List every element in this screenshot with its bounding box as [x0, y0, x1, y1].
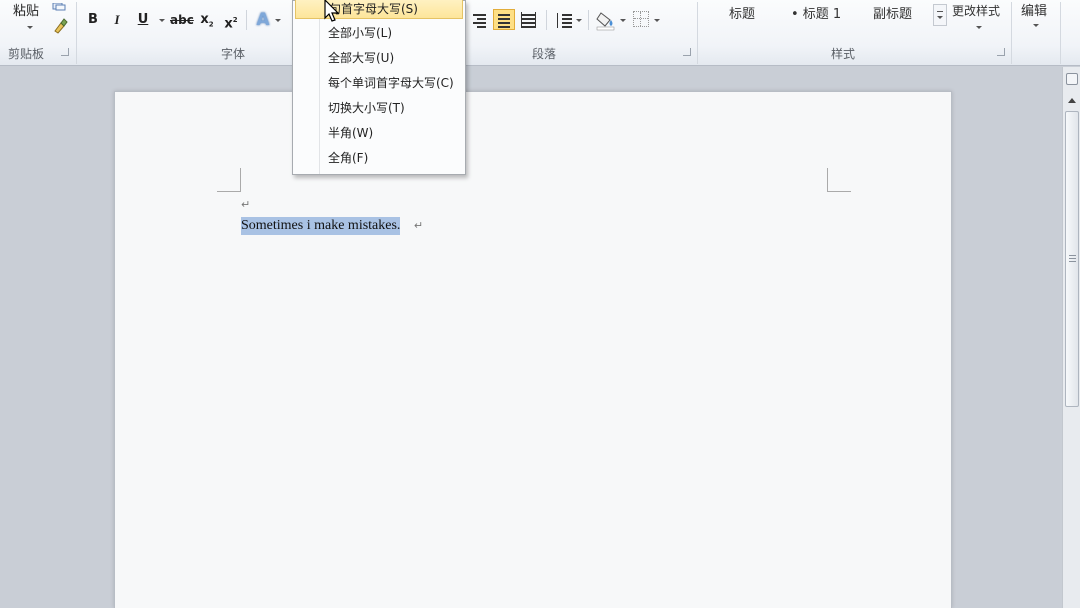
menu-item-uppercase[interactable]: 全部大写(U) — [295, 47, 463, 69]
paragraph-group-label: 段落 — [532, 47, 557, 61]
menu-item-label: 全部小写(L) — [328, 26, 393, 40]
menu-item-capitalize-each-word[interactable]: 每个单词首字母大写(C) — [295, 72, 463, 94]
group-divider — [76, 2, 77, 64]
document-page[interactable]: ↵ Sometimes i make mistakes. ↵ — [114, 91, 952, 608]
style-heading-1[interactable]: • 标题 1 — [791, 3, 841, 22]
chevron-down-icon — [1033, 24, 1039, 27]
editing-label: 编辑 — [1021, 4, 1048, 19]
line-spacing-dropdown-icon[interactable] — [576, 19, 582, 22]
group-divider — [1011, 2, 1012, 64]
font-group-label: 字体 — [221, 47, 246, 61]
line-spacing-icon[interactable] — [553, 9, 575, 30]
superscript-button[interactable]: x2 — [222, 10, 240, 32]
chevron-down-icon — [976, 26, 982, 29]
shading-icon[interactable] — [596, 9, 616, 31]
clipboard-group-label: 剪贴板 — [8, 47, 45, 61]
borders-icon[interactable] — [633, 11, 649, 27]
paste-label: 粘贴 — [12, 4, 39, 19]
ribbon: 粘贴 剪贴板 B I U abc x2 x2 A 字体 段落 标题 • 标题 1… — [0, 0, 1080, 66]
editing-button[interactable]: 编辑 — [1016, 0, 1056, 34]
group-divider — [1060, 2, 1061, 64]
change-styles-button[interactable]: 更改样式 — [952, 0, 1008, 34]
underline-button[interactable]: U — [135, 10, 151, 30]
text-effects-dropdown-icon[interactable] — [275, 19, 281, 22]
menu-item-half-width[interactable]: 半角(W) — [295, 122, 463, 144]
strikethrough-button[interactable]: abc — [170, 10, 194, 30]
underline-dropdown-icon[interactable] — [159, 19, 165, 22]
vertical-divider — [546, 10, 547, 30]
borders-dropdown-icon[interactable] — [654, 19, 660, 22]
superscript-label: x — [224, 16, 233, 32]
ruler-toggle-icon[interactable] — [1066, 73, 1078, 85]
margin-corner-top-right — [827, 168, 851, 192]
change-styles-label: 更改样式 — [952, 4, 1001, 18]
subscript-button[interactable]: x2 — [198, 10, 216, 30]
menu-item-label: 切换大小写(T) — [328, 101, 405, 115]
scroll-up-arrow[interactable] — [1068, 98, 1076, 103]
menu-item-sentence-case[interactable]: 句首字母大写(S) — [295, 0, 463, 19]
vertical-scrollbar[interactable] — [1062, 67, 1080, 608]
menu-item-label: 每个单词首字母大写(C) — [328, 76, 454, 90]
menu-item-toggle-case[interactable]: 切换大小写(T) — [295, 97, 463, 119]
menu-item-lowercase[interactable]: 全部小写(L) — [295, 22, 463, 44]
change-case-menu: 句首字母大写(S) 全部小写(L) 全部大写(U) 每个单词首字母大写(C) 切… — [292, 0, 466, 175]
subscript-label: x — [200, 12, 209, 27]
justify-icon[interactable] — [493, 9, 515, 30]
mouse-cursor-icon — [323, 0, 343, 24]
vertical-divider — [588, 10, 589, 30]
copy-icon[interactable] — [52, 0, 66, 11]
format-painter-icon[interactable] — [52, 17, 68, 35]
document-workspace: ↵ Sometimes i make mistakes. ↵ — [0, 67, 1062, 608]
menu-item-label: 全部大写(U) — [328, 51, 395, 65]
paragraph-dialog-launcher[interactable] — [683, 48, 691, 56]
style-subtitle[interactable]: 副标题 — [873, 3, 912, 22]
margin-corner-top-left — [217, 168, 241, 192]
chevron-down-icon — [27, 26, 33, 29]
scroll-thumb[interactable] — [1065, 111, 1079, 407]
menu-item-label: 全角(F) — [328, 151, 369, 165]
styles-more-button[interactable] — [933, 4, 947, 26]
text-effects-icon[interactable]: A — [254, 10, 272, 30]
shading-dropdown-icon[interactable] — [620, 19, 626, 22]
clipboard-dialog-launcher[interactable] — [61, 48, 69, 56]
menu-item-label: 半角(W) — [328, 126, 374, 140]
styles-group-label: 样式 — [831, 47, 856, 61]
styles-dialog-launcher[interactable] — [997, 48, 1005, 56]
menu-item-full-width[interactable]: 全角(F) — [295, 147, 463, 169]
group-divider — [697, 2, 698, 64]
paragraph-mark: ↵ — [413, 219, 424, 232]
paragraph-mark: ↵ — [241, 198, 251, 211]
style-heading[interactable]: 标题 — [729, 3, 755, 22]
vertical-divider — [246, 10, 247, 30]
paste-button[interactable]: 粘贴 — [6, 0, 46, 42]
align-right-icon[interactable] — [468, 9, 490, 30]
selected-text[interactable]: Sometimes i make mistakes. — [241, 217, 401, 235]
distributed-align-icon[interactable] — [518, 9, 540, 30]
italic-button[interactable]: I — [110, 10, 124, 30]
bold-button[interactable]: B — [86, 10, 100, 30]
document-paragraph[interactable]: Sometimes i make mistakes. ↵ — [241, 217, 423, 235]
